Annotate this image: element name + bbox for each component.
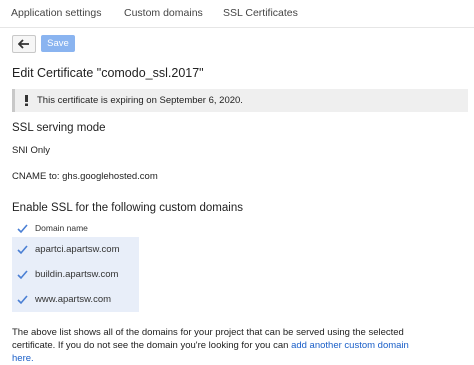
table-row[interactable]: www.apartsw.com bbox=[12, 287, 139, 312]
ssl-mode-heading: SSL serving mode bbox=[12, 122, 106, 134]
checkmark-icon[interactable] bbox=[17, 244, 28, 255]
ssl-mode-value: SNI Only bbox=[12, 145, 51, 156]
save-button[interactable]: Save bbox=[41, 35, 75, 52]
footer-text: The above list shows all of the domains … bbox=[12, 326, 468, 365]
add-custom-domain-link-tail[interactable]: here. bbox=[12, 352, 468, 365]
domain-name: apartci.apartsw.com bbox=[35, 244, 120, 255]
domain-name: www.apartsw.com bbox=[35, 294, 112, 305]
footer-line-1: The above list shows all of the domains … bbox=[12, 327, 404, 338]
tab-custom-domains[interactable]: Custom domains bbox=[124, 7, 203, 19]
checkmark-icon[interactable] bbox=[17, 294, 28, 305]
tab-application-settings[interactable]: Application settings bbox=[11, 7, 101, 19]
add-custom-domain-link[interactable]: add another custom domain bbox=[291, 340, 409, 351]
domain-name: buildin.apartsw.com bbox=[35, 269, 119, 280]
checkmark-icon[interactable] bbox=[17, 269, 28, 280]
back-button[interactable] bbox=[12, 35, 36, 53]
table-header: Domain name bbox=[12, 220, 139, 236]
domains-heading: Enable SSL for the following custom doma… bbox=[12, 202, 243, 214]
cname-text: CNAME to: ghs.googlehosted.com bbox=[12, 171, 158, 182]
column-header-domain-name: Domain name bbox=[35, 223, 88, 233]
tab-ssl-certificates[interactable]: SSL Certificates bbox=[223, 7, 298, 19]
top-tab-bar: Application settings Custom domains SSL … bbox=[0, 0, 474, 28]
table-row[interactable]: apartci.apartsw.com bbox=[12, 237, 139, 262]
info-icon bbox=[25, 95, 28, 106]
footer-line-2-text: certificate. If you do not see the domai… bbox=[12, 340, 292, 351]
checkmark-icon[interactable] bbox=[17, 223, 28, 234]
expiry-notice: This certificate is expiring on Septembe… bbox=[12, 89, 468, 112]
page-title: Edit Certificate "comodo_ssl.2017" bbox=[12, 66, 204, 80]
arrow-left-icon bbox=[18, 39, 29, 49]
domain-table: Domain name apartci.apartsw.com buildin.… bbox=[12, 220, 139, 312]
table-row[interactable]: buildin.apartsw.com bbox=[12, 262, 139, 287]
footer-line-2: certificate. If you do not see the domai… bbox=[12, 339, 468, 352]
notice-text: This certificate is expiring on Septembe… bbox=[37, 95, 243, 106]
